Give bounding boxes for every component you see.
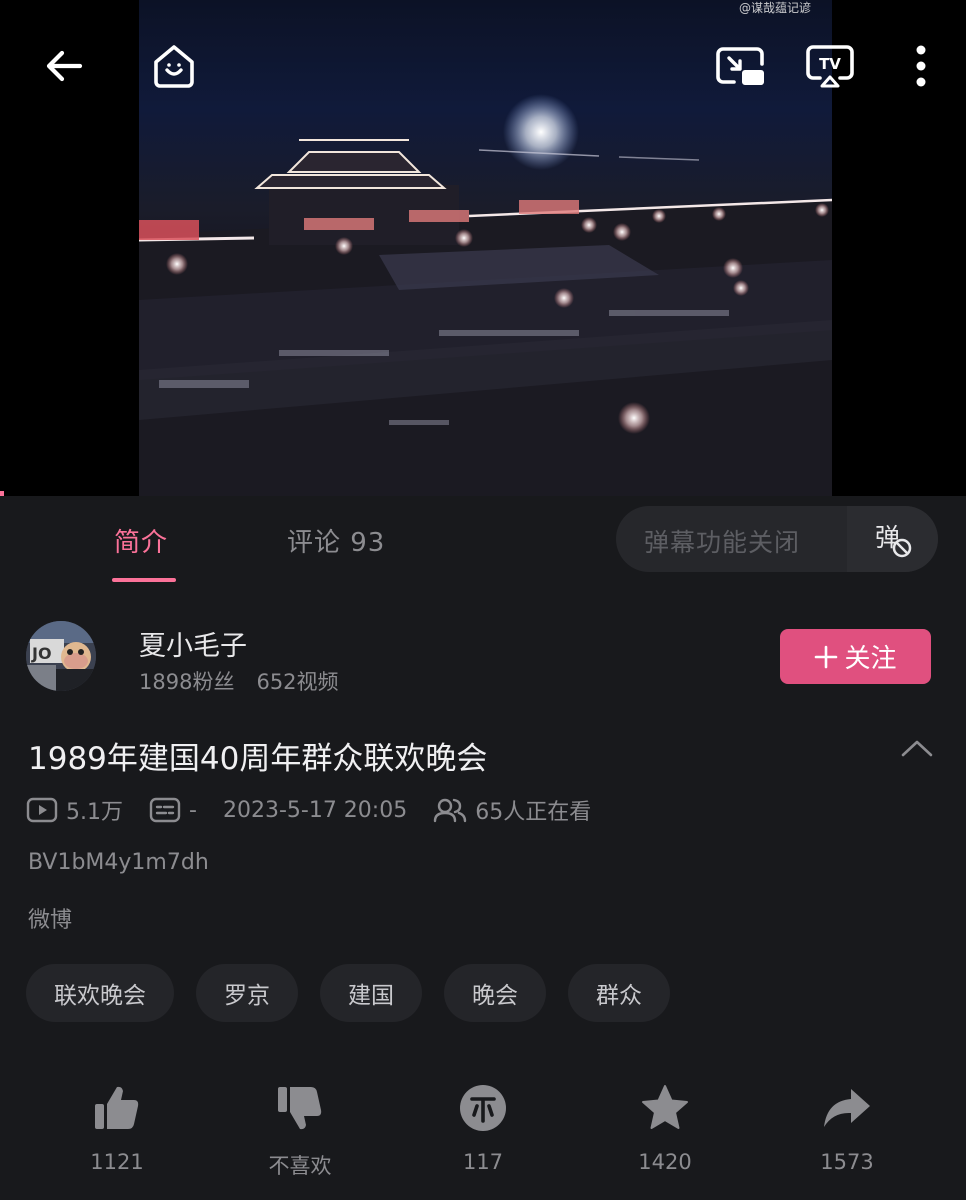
collapse-description-button[interactable] [895, 733, 939, 765]
uploader-video-count: 652视频 [256, 670, 339, 694]
share-icon [824, 1089, 870, 1127]
svg-text:TV: TV [819, 55, 841, 73]
danmaku-toggle-button[interactable]: 弹 [847, 506, 938, 572]
back-button[interactable] [28, 30, 100, 102]
active-tab-indicator [112, 578, 176, 582]
danmaku-placeholder: 弹幕功能关闭 [644, 528, 801, 557]
uploader-avatar[interactable]: JO [26, 621, 96, 691]
video-watermark: @谋哉蕴记谚 [739, 0, 811, 15]
home-icon [154, 45, 194, 88]
dislike-button[interactable]: 不喜欢 [240, 1080, 360, 1180]
tag-chip[interactable]: 联欢晚会 [26, 964, 174, 1022]
coin-button[interactable]: 117 [423, 1080, 543, 1174]
follow-label: 关注 [844, 644, 897, 674]
danmaku-count-icon [149, 797, 181, 823]
share-button[interactable]: 1573 [787, 1080, 907, 1174]
detail-tab-bar: 简介 评论 93 弹幕功能关闭 弹 [0, 496, 966, 588]
uploader-stats: 1898粉丝 652视频 [139, 666, 361, 696]
picture-in-picture-icon [716, 47, 764, 85]
like-button[interactable]: 1121 [57, 1080, 177, 1174]
picture-in-picture-button[interactable] [704, 30, 776, 102]
plus-icon [815, 645, 838, 668]
tv-cast-icon: TV [806, 45, 854, 88]
view-count: 5.1万 [26, 794, 123, 826]
video-title: 1989年建国40周年群众联欢晚会 [28, 741, 488, 777]
uploader-fans: 1898粉丝 [139, 670, 235, 694]
favorite-count: 1420 [638, 1150, 692, 1174]
bv-id: BV1bM4y1m7dh [28, 850, 209, 875]
tag-list: 联欢晚会 罗京 建国 晚会 群众 [26, 964, 670, 1022]
svg-text:JO: JO [31, 644, 52, 663]
video-meta-row: 5.1万 - 2023-5-17 20:05 65人正在看 [26, 795, 617, 825]
tab-comments[interactable]: 评论 93 [287, 522, 385, 559]
danmaku-off-icon: 弹 [875, 523, 911, 558]
tag-chip[interactable]: 晚会 [444, 964, 546, 1022]
chevron-up-icon [901, 740, 933, 757]
tag-chip[interactable]: 建国 [320, 964, 422, 1022]
share-count: 1573 [820, 1150, 874, 1174]
more-vertical-icon [916, 45, 926, 87]
coin-icon [460, 1085, 506, 1131]
viewers-icon [434, 798, 467, 823]
play-count-icon [26, 797, 58, 823]
video-player[interactable]: @谋哉蕴记谚 TV [0, 0, 966, 496]
video-source: 微博 [28, 908, 73, 933]
follow-button[interactable]: 关注 [780, 629, 931, 684]
back-arrow-icon [46, 50, 83, 82]
more-options-button[interactable] [890, 30, 952, 102]
tab-intro[interactable]: 简介 [114, 522, 168, 559]
star-icon [642, 1085, 688, 1129]
tag-chip[interactable]: 罗京 [196, 964, 298, 1022]
avatar-image: JO [26, 621, 96, 691]
dislike-label: 不喜欢 [268, 1154, 332, 1178]
publish-date: 2023-5-17 20:05 [222, 797, 408, 823]
tv-cast-button[interactable]: TV [794, 30, 866, 102]
tag-chip[interactable]: 群众 [568, 964, 670, 1022]
thumbs-up-icon [95, 1086, 139, 1129]
uploader-name[interactable]: 夏小毛子 [139, 624, 247, 663]
coin-count: 117 [462, 1150, 504, 1174]
like-count: 1121 [90, 1150, 144, 1174]
danmaku-input[interactable]: 弹幕功能关闭 弹 [616, 506, 938, 572]
watching-now: 65人正在看 [433, 794, 591, 826]
danmaku-count: - [149, 797, 197, 823]
favorite-button[interactable]: 1420 [605, 1080, 725, 1174]
home-button[interactable] [140, 30, 208, 102]
thumbs-down-icon [278, 1087, 322, 1130]
